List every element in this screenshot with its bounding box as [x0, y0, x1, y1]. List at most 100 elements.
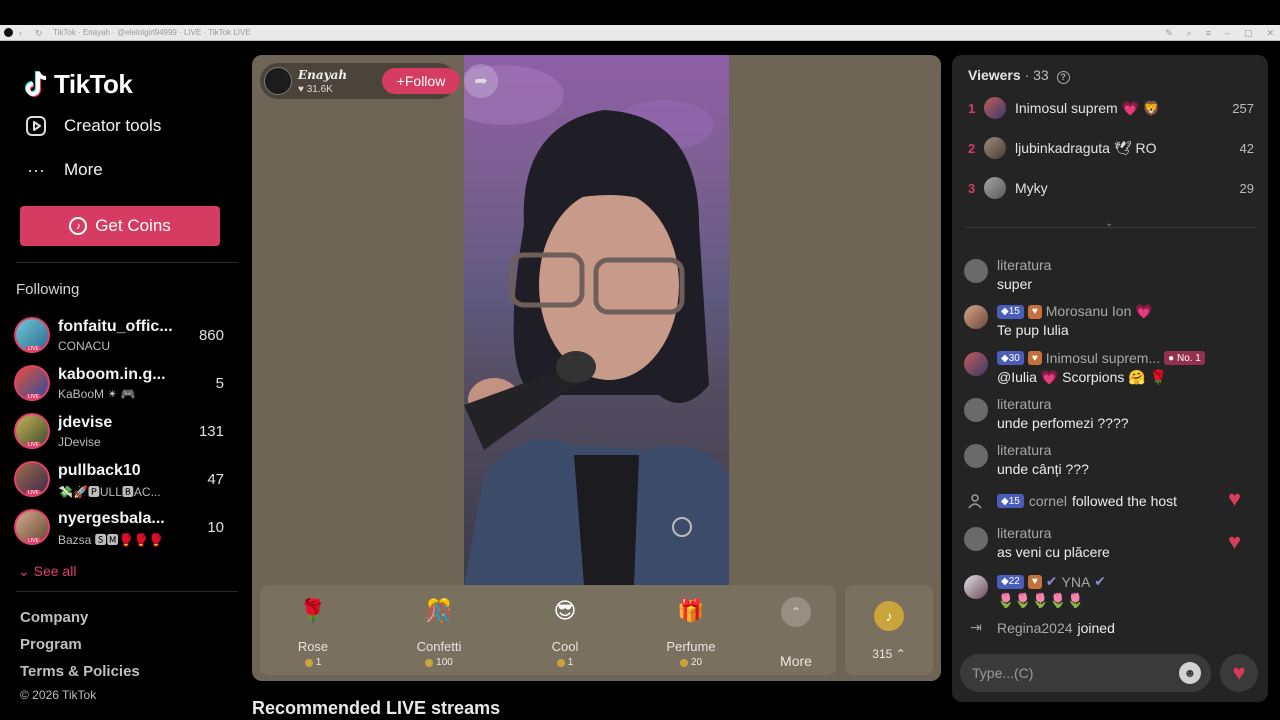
nav-more[interactable]: ··· More — [24, 158, 103, 182]
following-item[interactable]: LIVE kaboom.in.g... KaBooM ✴ 🎮 5 — [14, 361, 226, 405]
following-item[interactable]: LIVE fonfaitu_offic... CONACU 860 — [14, 313, 226, 357]
viewer-count: 5 — [215, 375, 224, 392]
share-arrow-icon: ➦ — [474, 73, 488, 90]
share-button[interactable]: ➦ — [464, 64, 498, 98]
chevron-down-icon: ⌄ — [18, 563, 30, 579]
chat-username[interactable]: ◆ 30 ♥ Inimosul suprem... ● No. 1 — [997, 350, 1205, 366]
top-viewer-row[interactable]: 3 Myky 29 — [968, 174, 1258, 204]
minimize-icon[interactable]: – — [1225, 28, 1230, 38]
chat-text: @Iulia 💗 Scorpions 🤗 🌹 — [997, 369, 1168, 385]
top-viewer-row[interactable]: 1 Inimosul suprem 💗 🦁 257 — [968, 94, 1258, 124]
live-badge: LIVE — [26, 442, 41, 448]
window-top-strip — [0, 0, 1280, 25]
follow-username[interactable]: cornel — [1029, 493, 1067, 509]
tiktok-coin-icon: ♪ — [874, 601, 904, 631]
following-item[interactable]: LIVE pullback10 💸🚀🅿ULL🅱AC... 47 — [14, 457, 226, 501]
maximize-icon[interactable]: ▢ — [1244, 28, 1253, 39]
footer-company[interactable]: Company — [20, 609, 88, 626]
following-item[interactable]: LIVE nyergesbala... Bazsa 🆂🅼🥊🥊🥊 10 — [14, 505, 226, 549]
footer-program[interactable]: Program — [20, 636, 82, 653]
gift-cool[interactable]: 😎 Cool 1 — [520, 593, 610, 671]
rank-badge: ● No. 1 — [1164, 351, 1205, 365]
chat-username[interactable]: literatura — [997, 257, 1051, 273]
chat-username[interactable]: literatura — [997, 442, 1051, 458]
reload-icon[interactable]: ↻ — [35, 28, 45, 38]
level-badge: ◆ 15 — [997, 494, 1024, 508]
heart-icon: ♥ — [1232, 660, 1246, 685]
chat-input[interactable] — [972, 654, 1172, 692]
chat-username[interactable]: ◆ 15 ♥ Morosanu Ion 💗 — [997, 303, 1153, 320]
host-avatar[interactable] — [264, 67, 292, 95]
chat-username-text: YNA — [1061, 573, 1091, 590]
divider — [16, 262, 238, 263]
level-badge: ◆ 15 — [997, 304, 1024, 319]
live-stream-panel: Enayah ♥ 31.6K + Follow ➦ 🌹 Rose 1 🎊 Con… — [252, 55, 941, 681]
get-coins-button[interactable]: ♪ Get Coins — [20, 206, 220, 246]
enter-icon: ⇥ — [970, 619, 982, 635]
nav-label: Creator tools — [64, 116, 162, 135]
like-button[interactable]: ♥ — [1220, 654, 1258, 692]
join-username[interactable]: Regina2024 — [997, 620, 1073, 636]
footer-terms[interactable]: Terms & Policies — [20, 663, 140, 680]
avatar[interactable] — [964, 398, 988, 422]
avatar[interactable] — [964, 527, 988, 551]
zoom-icon[interactable]: ⌕ — [1187, 28, 1192, 39]
top-viewer-row[interactable]: 2 ljubinkadraguta 🕊 RO 42 — [968, 134, 1258, 164]
avatar — [984, 137, 1006, 159]
nav-label: More — [64, 160, 103, 179]
emoji-icon[interactable]: ☻ — [1179, 662, 1201, 684]
more-gifts-button[interactable]: ⌃ More — [766, 597, 826, 669]
play-square-icon — [24, 114, 48, 138]
copyright: © 2026 TikTok — [20, 688, 97, 702]
logo-text: TikTok — [54, 69, 133, 99]
divider — [966, 227, 1256, 228]
gift-price-value: 1 — [315, 657, 322, 668]
avatar: LIVE — [14, 365, 50, 401]
extension-icon[interactable]: ✎ — [1165, 28, 1173, 39]
level-value: 30 — [1008, 352, 1020, 364]
chat-username[interactable]: literatura — [997, 396, 1051, 412]
host-info-chip[interactable]: Enayah ♥ 31.6K + Follow — [260, 63, 460, 99]
avatar[interactable] — [964, 352, 988, 376]
coin-balance-button[interactable]: ♪ 315 ⌃ — [845, 585, 933, 675]
live-video[interactable] — [464, 55, 729, 585]
avatar[interactable] — [964, 444, 988, 468]
fan-badge-icon: ♥ — [1027, 304, 1042, 319]
viewer-score: 29 — [1239, 181, 1254, 196]
browser-address-bar: ‹ ↻ TikTok · Enayah · @elelolgirl94999 ·… — [0, 25, 1280, 41]
tiktok-logo[interactable]: TikTok — [24, 69, 133, 100]
avatar[interactable] — [964, 305, 988, 329]
avatar[interactable] — [964, 575, 988, 599]
gift-price-value: 100 — [436, 657, 453, 668]
coin-icon — [304, 658, 313, 667]
close-icon[interactable]: ✕ — [1266, 28, 1274, 39]
chat-text: 🌷🌷🌷🌷🌷 — [997, 592, 1085, 608]
gift-rose[interactable]: 🌹 Rose 1 — [268, 593, 358, 671]
nav-creator-tools[interactable]: Creator tools — [24, 114, 161, 138]
gift-perfume[interactable]: 🎁 Perfume 20 — [646, 593, 736, 671]
avatar: LIVE — [14, 509, 50, 545]
see-all-link[interactable]: ⌄ See all — [18, 563, 76, 580]
recommended-title: Recommended LIVE streams — [252, 698, 501, 718]
following-sub: CONACU — [58, 339, 111, 353]
gift-name: Confetti — [416, 639, 462, 654]
viewer-rank: 3 — [968, 181, 976, 196]
viewer-name: ljubinkadraguta 🕊 RO — [1015, 140, 1157, 156]
following-item[interactable]: LIVE jdevise JDevise 131 — [14, 409, 226, 453]
gift-name: Perfume — [666, 639, 716, 654]
coin-icon — [425, 658, 434, 667]
chat-username[interactable]: literatura — [997, 525, 1051, 541]
following-sub: 💸🚀🅿ULL🅱AC... — [58, 485, 161, 499]
gift-confetti[interactable]: 🎊 Confetti 100 — [394, 593, 484, 671]
tiktok-logo-icon — [25, 70, 47, 97]
menu-icon[interactable]: ≡ — [1206, 28, 1211, 38]
back-icon[interactable]: ‹ — [19, 28, 29, 38]
avatar[interactable] — [964, 259, 988, 283]
help-icon[interactable]: ? — [1056, 71, 1070, 84]
viewer-count: 860 — [198, 327, 224, 344]
chat-username[interactable]: ◆ 22 ♥ ✔ YNA ✔ — [997, 573, 1106, 590]
chat-text: super — [997, 276, 1033, 292]
follow-button[interactable]: + Follow — [382, 68, 460, 94]
check-icon: ✔ — [1094, 573, 1107, 589]
viewer-rank: 2 — [968, 141, 976, 156]
